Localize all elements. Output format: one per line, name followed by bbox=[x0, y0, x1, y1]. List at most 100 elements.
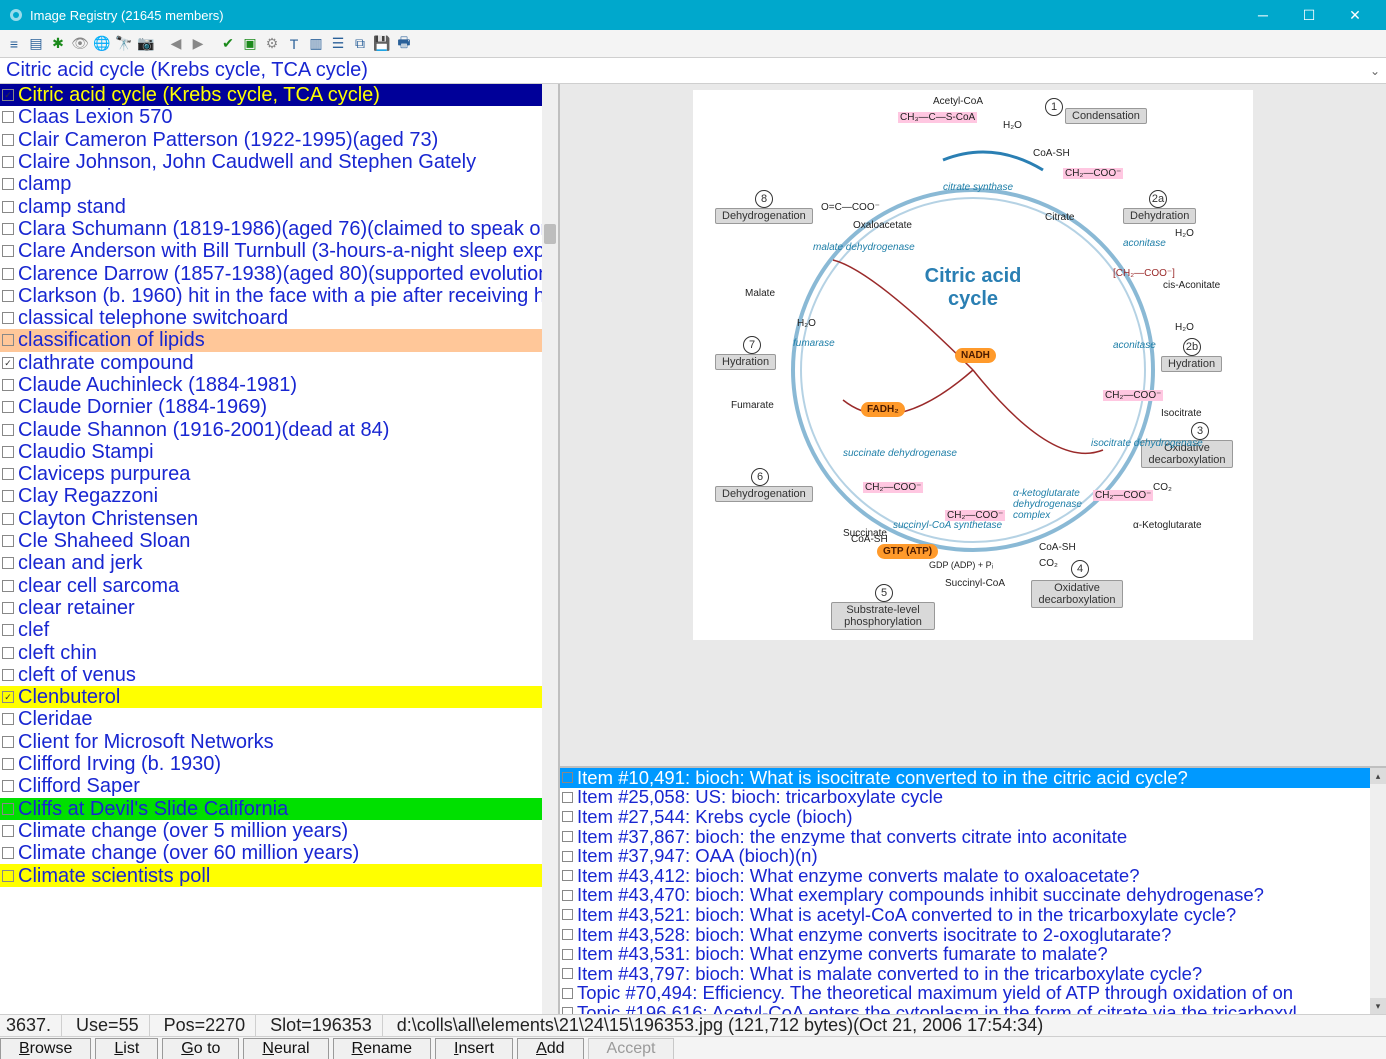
registry-row[interactable]: Climate change (over 60 million years) bbox=[0, 842, 558, 864]
registry-row[interactable]: Clara Schumann (1819-1986)(aged 76)(clai… bbox=[0, 218, 558, 240]
item-row[interactable]: Topic #196,616: Acetyl-CoA enters the cy… bbox=[560, 1003, 1386, 1014]
registry-row[interactable]: Climate change (over 5 million years) bbox=[0, 820, 558, 842]
tb-globe-icon[interactable]: 🌐 bbox=[92, 34, 112, 54]
registry-row[interactable]: Claude Dornier (1884-1969) bbox=[0, 396, 558, 418]
registry-row[interactable]: ✓clathrate compound bbox=[0, 352, 558, 374]
item-row[interactable]: Item #37,867: bioch: the enzyme that con… bbox=[560, 827, 1386, 847]
tb-next-icon[interactable]: ▶ bbox=[188, 34, 208, 54]
neural-button[interactable]: Neural bbox=[243, 1038, 328, 1059]
insert-button[interactable]: Insert bbox=[435, 1038, 513, 1059]
item-checkbox[interactable] bbox=[562, 870, 573, 881]
row-checkbox[interactable] bbox=[2, 847, 14, 859]
tb-star-icon[interactable]: ✱ bbox=[48, 34, 68, 54]
browse-button[interactable]: Browse bbox=[0, 1038, 91, 1059]
add-button[interactable]: Add bbox=[517, 1038, 583, 1059]
item-row[interactable]: Item #43,412: bioch: What enzyme convert… bbox=[560, 866, 1386, 886]
item-checkbox[interactable] bbox=[562, 909, 573, 920]
registry-row[interactable]: Claas Lexion 570 bbox=[0, 106, 558, 128]
tb-print-icon[interactable]: 🖶 bbox=[394, 34, 414, 54]
tb-camera-icon[interactable]: 📷 bbox=[136, 34, 156, 54]
registry-row[interactable]: clear retainer bbox=[0, 597, 558, 619]
registry-row[interactable]: cleft of venus bbox=[0, 664, 558, 686]
scroll-up-icon[interactable]: ▴ bbox=[1370, 768, 1386, 784]
row-checkbox[interactable] bbox=[2, 379, 14, 391]
tb-text-icon[interactable]: T bbox=[284, 34, 304, 54]
item-row[interactable]: Item #27,544: Krebs cycle (bioch) bbox=[560, 807, 1386, 827]
item-row[interactable]: Item #10,491: bioch: What is isocitrate … bbox=[560, 768, 1386, 788]
item-checkbox[interactable] bbox=[562, 772, 573, 783]
row-checkbox[interactable] bbox=[2, 468, 14, 480]
tb-check2-icon[interactable]: ▣ bbox=[240, 34, 260, 54]
row-checkbox[interactable] bbox=[2, 624, 14, 636]
item-checkbox[interactable] bbox=[562, 851, 573, 862]
registry-row[interactable]: ✓Citric acid cycle (Krebs cycle, TCA cyc… bbox=[0, 84, 558, 106]
registry-row[interactable]: clamp stand bbox=[0, 195, 558, 217]
item-checkbox[interactable] bbox=[562, 968, 573, 979]
row-checkbox[interactable] bbox=[2, 758, 14, 770]
tb-save-icon[interactable]: 💾 bbox=[372, 34, 392, 54]
item-row[interactable]: Item #43,470: bioch: What exemplary comp… bbox=[560, 886, 1386, 906]
row-checkbox[interactable] bbox=[2, 312, 14, 324]
row-checkbox[interactable] bbox=[2, 201, 14, 213]
registry-row[interactable]: Cle Shaheed Sloan bbox=[0, 530, 558, 552]
item-row[interactable]: Item #25,058: US: bioch: tricarboxylate … bbox=[560, 788, 1386, 808]
goto-button[interactable]: Go to bbox=[162, 1038, 239, 1059]
row-checkbox[interactable] bbox=[2, 268, 14, 280]
registry-row[interactable]: Claviceps purpurea bbox=[0, 463, 558, 485]
title-field[interactable]: Citric acid cycle (Krebs cycle, TCA cycl… bbox=[0, 58, 1386, 84]
registry-row[interactable]: Clayton Christensen bbox=[0, 508, 558, 530]
registry-row[interactable]: Claire Johnson, John Caudwell and Stephe… bbox=[0, 151, 558, 173]
registry-row[interactable]: Client for Microsoft Networks bbox=[0, 731, 558, 753]
list-button[interactable]: List bbox=[95, 1038, 158, 1059]
registry-row[interactable]: clean and jerk bbox=[0, 552, 558, 574]
item-row[interactable]: Item #43,797: bioch: What is malate conv… bbox=[560, 964, 1386, 984]
rename-button[interactable]: Rename bbox=[333, 1038, 431, 1059]
row-checkbox[interactable] bbox=[2, 156, 14, 168]
item-row[interactable]: Item #43,531: bioch: What enzyme convert… bbox=[560, 944, 1386, 964]
row-checkbox[interactable] bbox=[2, 446, 14, 458]
registry-row[interactable]: clear cell sarcoma bbox=[0, 575, 558, 597]
row-checkbox[interactable] bbox=[2, 780, 14, 792]
tb-columns-icon[interactable]: ▥ bbox=[306, 34, 326, 54]
registry-row[interactable]: Claudio Stampi bbox=[0, 441, 558, 463]
registry-row[interactable]: classical telephone switchoard bbox=[0, 307, 558, 329]
item-checkbox[interactable] bbox=[562, 831, 573, 842]
tb-copy-icon[interactable]: ⧉ bbox=[350, 34, 370, 54]
registry-row[interactable]: Clifford Irving (b. 1930) bbox=[0, 753, 558, 775]
row-checkbox[interactable] bbox=[2, 134, 14, 146]
row-checkbox[interactable] bbox=[2, 245, 14, 257]
registry-row[interactable]: Clarkson (b. 1960) hit in the face with … bbox=[0, 285, 558, 307]
tb-prev-icon[interactable]: ◀ bbox=[166, 34, 186, 54]
tb-list-icon[interactable]: ≡ bbox=[4, 34, 24, 54]
tb-eye-icon[interactable]: 👁 bbox=[70, 34, 90, 54]
tb-layout-icon[interactable]: ▤ bbox=[26, 34, 46, 54]
scroll-down-icon[interactable]: ▾ bbox=[1370, 998, 1386, 1014]
registry-row[interactable]: Clifford Saper bbox=[0, 775, 558, 797]
item-row[interactable]: Item #43,528: bioch: What enzyme convert… bbox=[560, 925, 1386, 945]
row-checkbox[interactable] bbox=[2, 490, 14, 502]
item-row[interactable]: Topic #70,494: Efficiency. The theoretic… bbox=[560, 984, 1386, 1004]
item-list[interactable]: Item #10,491: bioch: What is isocitrate … bbox=[560, 768, 1386, 1014]
row-checkbox[interactable] bbox=[2, 334, 14, 346]
tb-binoculars-icon[interactable]: 🔭 bbox=[114, 34, 134, 54]
row-checkbox[interactable] bbox=[2, 669, 14, 681]
row-checkbox[interactable] bbox=[2, 736, 14, 748]
minimize-button[interactable]: ─ bbox=[1240, 0, 1286, 30]
row-checkbox[interactable] bbox=[2, 713, 14, 725]
item-checkbox[interactable] bbox=[562, 949, 573, 960]
row-checkbox[interactable] bbox=[2, 178, 14, 190]
registry-row[interactable]: cleft chin bbox=[0, 641, 558, 663]
registry-row[interactable]: ✓Clenbuterol bbox=[0, 686, 558, 708]
diagram-viewport[interactable]: Citric acid cycle Acetyl-CoA CH₃—C—S-CoA… bbox=[560, 84, 1386, 766]
row-checkbox[interactable] bbox=[2, 401, 14, 413]
item-row[interactable]: Item #37,947: OAA (bioch)(n) bbox=[560, 846, 1386, 866]
chevron-down-icon[interactable]: ⌄ bbox=[1370, 64, 1380, 78]
item-checkbox[interactable] bbox=[562, 811, 573, 822]
row-checkbox[interactable] bbox=[2, 535, 14, 547]
registry-row[interactable]: Clarence Darrow (1857-1938)(aged 80)(sup… bbox=[0, 262, 558, 284]
item-checkbox[interactable] bbox=[562, 988, 573, 999]
item-checkbox[interactable] bbox=[562, 890, 573, 901]
registry-row[interactable]: clamp bbox=[0, 173, 558, 195]
registry-row[interactable]: clef bbox=[0, 619, 558, 641]
row-checkbox[interactable] bbox=[2, 580, 14, 592]
